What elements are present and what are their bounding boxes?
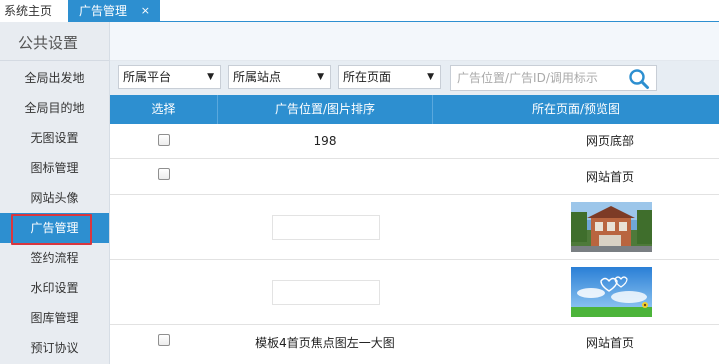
sidebar-item-label: 预订协议 — [30, 341, 79, 355]
sidebar: 公共设置 全局出发地 全局目的地 无图设置 图标管理 网站头像 广告管理 签约流… — [0, 22, 110, 364]
tab-ad-management-label: 广告管理 — [79, 4, 128, 18]
sidebar-item-label: 图标管理 — [30, 161, 79, 175]
table-row: 198 网页底部 — [110, 124, 719, 159]
table-row — [110, 260, 719, 325]
ad-position-cell: 198 — [313, 134, 337, 148]
caret-down-icon: ▼ — [317, 72, 324, 82]
sidebar-item-label: 网站头像 — [30, 191, 79, 205]
page-select-value: 所在页面 — [343, 70, 392, 84]
search-icon[interactable] — [628, 68, 650, 90]
main-content: 所属平台 ▼ 所属站点 ▼ 所在页面 ▼ 选择 广告位置/图片排序 所在页面/预… — [110, 22, 719, 364]
sky-hearts-thumbnail[interactable] — [571, 267, 652, 317]
tab-bar: 系统主页 广告管理 × — [0, 0, 719, 22]
table-row: 网站首页 — [110, 159, 719, 195]
sidebar-item-no-image[interactable]: 无图设置 — [0, 123, 109, 153]
platform-select[interactable]: 所属平台 ▼ — [118, 65, 221, 89]
column-header-page-preview: 所在页面/预览图 — [531, 102, 621, 116]
page-cell: 网页底部 — [585, 134, 634, 148]
sort-order-input[interactable] — [272, 280, 380, 305]
table-header: 选择 广告位置/图片排序 所在页面/预览图 — [110, 95, 719, 124]
site-select-value: 所属站点 — [233, 70, 282, 84]
row-checkbox[interactable] — [158, 168, 170, 180]
sidebar-item-gallery[interactable]: 图库管理 — [0, 303, 109, 333]
search-box — [450, 65, 657, 91]
column-header-select: 选择 — [151, 102, 176, 116]
row-checkbox[interactable] — [158, 334, 170, 346]
sidebar-item-label: 全局出发地 — [24, 71, 85, 85]
main-header-strip — [110, 22, 719, 61]
search-input[interactable] — [451, 66, 621, 90]
house-thumbnail[interactable] — [571, 202, 652, 252]
sidebar-item-label: 签约流程 — [30, 251, 79, 265]
sidebar-title: 公共设置 — [0, 22, 109, 61]
tab-ad-management[interactable]: 广告管理 × — [68, 0, 160, 22]
filter-bar: 所属平台 ▼ 所属站点 ▼ 所在页面 ▼ — [110, 61, 719, 95]
page-select[interactable]: 所在页面 ▼ — [338, 65, 441, 89]
sidebar-item-site-avatar[interactable]: 网站头像 — [0, 183, 109, 213]
sidebar-item-icons[interactable]: 图标管理 — [0, 153, 109, 183]
tab-home[interactable]: 系统主页 — [0, 0, 68, 22]
page-cell: 网站首页 — [585, 170, 634, 184]
table-row: 模板4首页焦点图左一大图 网站首页 — [110, 325, 719, 361]
row-checkbox[interactable] — [158, 134, 170, 146]
sidebar-item-watermark[interactable]: 水印设置 — [0, 273, 109, 303]
column-header-position: 广告位置/图片排序 — [274, 102, 376, 116]
sidebar-item-label: 图库管理 — [30, 311, 79, 325]
platform-select-value: 所属平台 — [123, 70, 172, 84]
sidebar-item-ad-management[interactable]: 广告管理 — [0, 213, 109, 245]
highlight-frame — [11, 214, 92, 245]
sidebar-item-label: 水印设置 — [30, 281, 79, 295]
sort-order-input[interactable] — [272, 215, 380, 240]
ad-position-cell: 模板4首页焦点图左一大图 — [255, 336, 395, 350]
page-cell: 网站首页 — [585, 336, 634, 350]
caret-down-icon: ▼ — [207, 72, 214, 82]
site-select[interactable]: 所属站点 ▼ — [228, 65, 331, 89]
close-icon[interactable]: × — [141, 0, 150, 22]
sidebar-item-label: 全局目的地 — [24, 101, 85, 115]
sidebar-item-label: 无图设置 — [30, 131, 79, 145]
caret-down-icon: ▼ — [427, 72, 434, 82]
table-row — [110, 195, 719, 260]
sidebar-item-contract-process[interactable]: 签约流程 — [0, 243, 109, 273]
sidebar-item-global-destination[interactable]: 全局目的地 — [0, 93, 109, 123]
sidebar-item-global-departure[interactable]: 全局出发地 — [0, 63, 109, 93]
sidebar-item-booking-agreement[interactable]: 预订协议 — [0, 333, 109, 363]
